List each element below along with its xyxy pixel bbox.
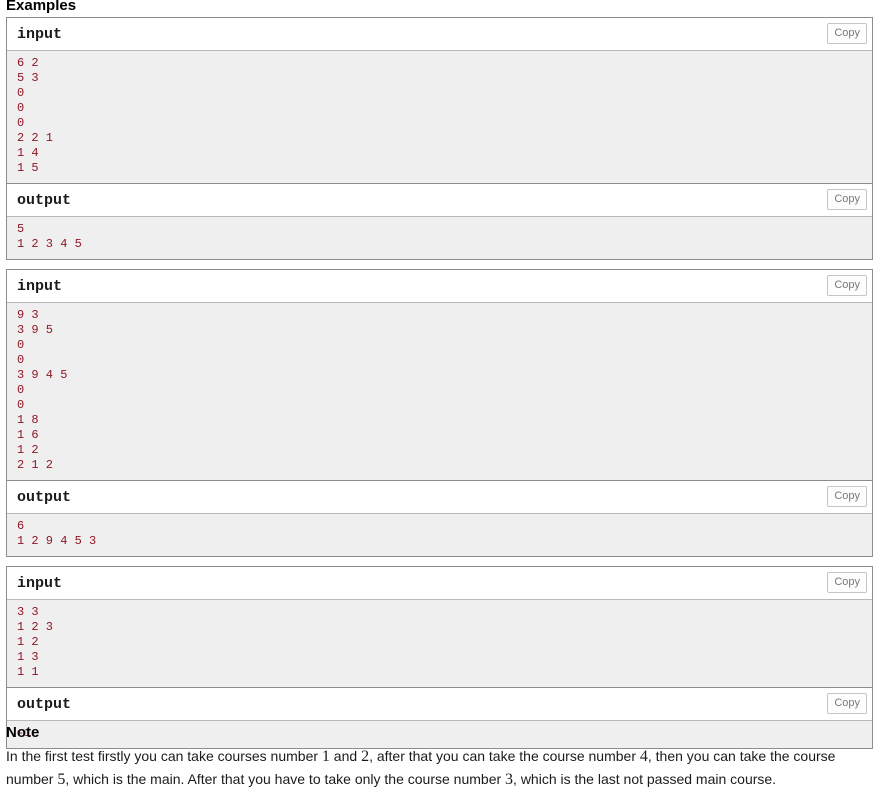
copy-output-button[interactable]: Copy — [827, 189, 867, 210]
copy-input-button[interactable]: Copy — [827, 23, 867, 44]
input-block: input Copy 3 3 1 2 3 1 2 1 3 1 1 — [6, 566, 873, 687]
sample-test: input Copy 6 2 5 3 0 0 0 2 2 1 1 4 1 5 outp… — [6, 17, 873, 260]
output-block: output Copy 5 1 2 3 4 5 — [6, 183, 873, 260]
note-text-fragment: , which is the main. After that you have… — [65, 771, 506, 787]
sample-test: input Copy 9 3 3 9 5 0 0 3 9 4 5 0 0 1 8 1… — [6, 269, 873, 557]
output-block: output Copy -1 — [6, 687, 873, 749]
copy-output-button[interactable]: Copy — [827, 486, 867, 507]
input-block: input Copy 6 2 5 3 0 0 0 2 2 1 1 4 1 5 — [6, 17, 873, 183]
examples-heading: Examples — [6, 0, 77, 14]
note-text-fragment: and — [329, 748, 362, 764]
copy-output-button[interactable]: Copy — [827, 693, 867, 714]
note-text-fragment: , which is the last not passed main cour… — [513, 771, 777, 787]
copy-input-button[interactable]: Copy — [827, 572, 867, 593]
note-body: In the first test firstly you can take c… — [6, 745, 874, 791]
output-label: output — [7, 184, 872, 217]
output-data: 5 1 2 3 4 5 — [7, 217, 872, 259]
output-data: -1 — [7, 721, 872, 748]
note-text-fragment: In the first test firstly you can take c… — [6, 748, 322, 764]
note-math-number: 3 — [505, 771, 514, 788]
input-label: input — [7, 270, 872, 303]
input-data: 3 3 1 2 3 1 2 1 3 1 1 — [7, 600, 872, 687]
output-label: output — [7, 481, 872, 514]
input-label: input — [7, 567, 872, 600]
sample-tests-container: input Copy 6 2 5 3 0 0 0 2 2 1 1 4 1 5 outp… — [6, 17, 873, 758]
note-math-number: 2 — [361, 748, 370, 765]
input-label: input — [7, 18, 872, 51]
note-math-number: 4 — [639, 748, 648, 765]
output-data: 6 1 2 9 4 5 3 — [7, 514, 872, 556]
sample-test: input Copy 3 3 1 2 3 1 2 1 3 1 1 output Copy… — [6, 566, 873, 749]
input-data: 6 2 5 3 0 0 0 2 2 1 1 4 1 5 — [7, 51, 872, 183]
output-label: output — [7, 688, 872, 721]
input-data: 9 3 3 9 5 0 0 3 9 4 5 0 0 1 8 1 6 1 2 2 … — [7, 303, 872, 480]
note-text-fragment: , after that you can take the course num… — [369, 748, 640, 764]
copy-input-button[interactable]: Copy — [827, 275, 867, 296]
note-math-number: 1 — [321, 748, 330, 765]
note-heading: Note — [6, 724, 40, 741]
input-block: input Copy 9 3 3 9 5 0 0 3 9 4 5 0 0 1 8 1… — [6, 269, 873, 480]
output-block: output Copy 6 1 2 9 4 5 3 — [6, 480, 873, 557]
